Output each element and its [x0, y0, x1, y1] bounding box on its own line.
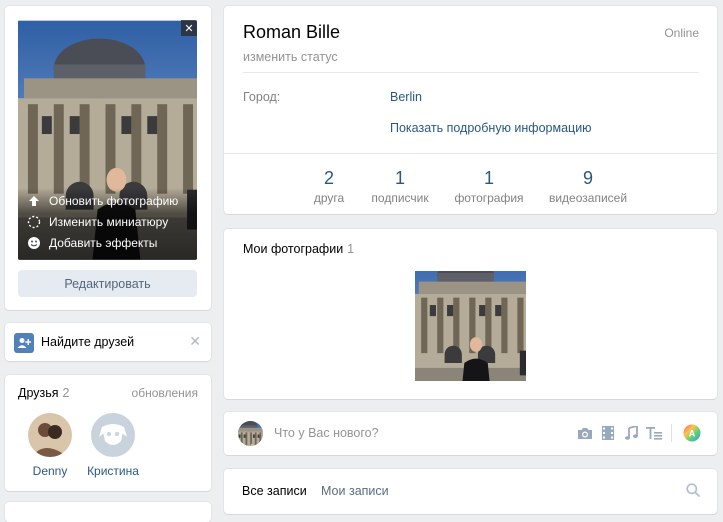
stat-label: фотография — [454, 191, 524, 205]
add-effects-item[interactable]: Добавить эффекты — [26, 234, 157, 252]
profile-photo[interactable]: ✕ Обновить фотографию Изменить миниатюру… — [18, 20, 197, 260]
music-icon[interactable] — [620, 423, 642, 443]
page-title: Roman Bille — [243, 22, 341, 42]
friend-item[interactable]: Denny — [20, 413, 80, 478]
video-icon[interactable] — [597, 423, 619, 443]
city-label: Город: — [243, 90, 281, 104]
update-photo-item[interactable]: Обновить фотографию — [26, 192, 178, 210]
friend-item[interactable]: Кристина — [83, 413, 143, 478]
find-friends-label: Найдите друзей — [41, 335, 135, 349]
avatar-menu: Обновить фотографию Изменить миниатюру Д… — [18, 188, 197, 260]
city-link[interactable]: Berlin — [390, 90, 422, 104]
update-photo-label: Обновить фотографию — [49, 194, 179, 208]
edit-profile-button[interactable]: Редактировать — [18, 270, 197, 297]
friends-title[interactable]: Друзья 2 — [18, 386, 70, 400]
close-icon[interactable]: ✕ — [189, 333, 201, 350]
divider — [224, 153, 717, 154]
new-post-input[interactable]: Что у Вас нового? — [274, 426, 379, 440]
camera-icon[interactable] — [574, 423, 596, 443]
stat-friends[interactable]: 2 друга — [314, 168, 344, 205]
friends-updates-link[interactable]: обновления — [132, 386, 198, 400]
change-thumbnail-label: Изменить миниатюру — [49, 215, 169, 229]
photos-card: Мои фотографии 1 — [224, 229, 717, 399]
post-tools: A — [573, 423, 703, 443]
avatar-card: ✕ Обновить фотографию Изменить миниатюру… — [5, 6, 211, 310]
find-friends-card[interactable]: Найдите друзей ✕ — [5, 323, 211, 361]
friend-name: Denny — [32, 464, 68, 478]
crop-circle-icon — [26, 215, 41, 230]
tab-all-posts[interactable]: Все записи — [242, 484, 307, 498]
photo-thumbnail[interactable] — [415, 271, 526, 381]
online-status: Online — [664, 26, 699, 40]
avatar — [91, 413, 135, 457]
friends-count: 2 — [62, 386, 70, 400]
stat-followers[interactable]: 1 подписчик — [371, 168, 428, 205]
profile-info-card: Roman Bille изменить статус Online Город… — [224, 6, 717, 214]
left-next-card — [5, 502, 211, 522]
photos-title[interactable]: Мои фотографии 1 — [243, 242, 354, 256]
show-more-info-link[interactable]: Показать подробную информацию — [390, 121, 592, 135]
stat-label: подписчик — [371, 191, 429, 205]
upload-arrow-icon — [26, 194, 41, 209]
stat-value: 9 — [582, 168, 594, 188]
text-format-icon[interactable] — [643, 423, 665, 443]
stat-label: видеозаписей — [548, 191, 628, 205]
photos-title-label: Мои фотографии — [243, 242, 344, 256]
svg-text:A: A — [689, 429, 696, 439]
close-icon[interactable]: ✕ — [181, 20, 197, 36]
stat-label: друга — [313, 191, 345, 205]
friends-title-label: Друзья — [18, 386, 59, 400]
stat-value: 1 — [483, 168, 494, 188]
search-icon[interactable] — [686, 483, 700, 500]
divider — [243, 72, 699, 73]
friend-name: Кристина — [87, 464, 139, 478]
photo-thumbnail-image — [415, 271, 526, 381]
stat-value: 1 — [394, 168, 405, 188]
tab-my-posts[interactable]: Мои записи — [321, 484, 389, 498]
stat-photos[interactable]: 1 фотография — [454, 168, 523, 205]
stat-videos[interactable]: 9 видеозаписей — [549, 168, 627, 205]
poster-icon[interactable]: A — [681, 423, 703, 443]
add-friend-icon — [14, 333, 34, 353]
add-effects-label: Добавить эффекты — [49, 236, 158, 250]
wall-tabs-card: Все записи Мои записи — [224, 469, 717, 514]
smiley-icon — [26, 236, 41, 251]
change-thumbnail-item[interactable]: Изменить миниатюру — [26, 213, 168, 231]
change-status-link[interactable]: изменить статус — [243, 50, 338, 64]
friends-card: Друзья 2 обновления Denny Кристина — [5, 375, 211, 491]
avatar — [28, 413, 72, 457]
photos-count: 1 — [347, 242, 355, 256]
avatar — [238, 421, 263, 446]
divider — [671, 424, 672, 442]
stat-value: 2 — [323, 168, 335, 188]
new-post-card: Что у Вас нового? A — [224, 412, 717, 455]
